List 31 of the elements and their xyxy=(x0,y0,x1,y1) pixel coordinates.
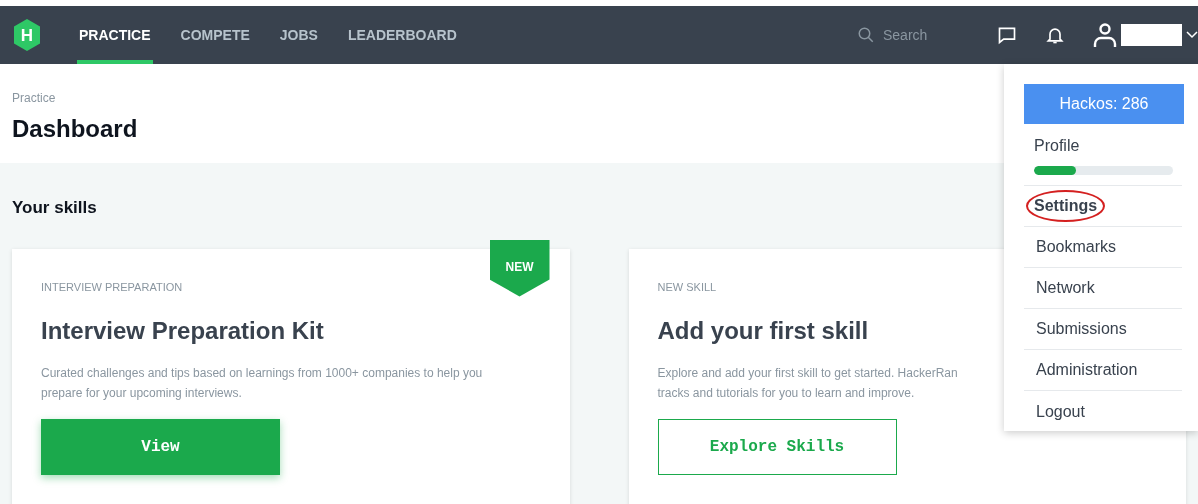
chevron-down-icon[interactable] xyxy=(1186,30,1198,40)
card-title: Add your first skill xyxy=(657,316,869,346)
new-ribbon: NEW xyxy=(489,239,550,297)
nav-tab[interactable]: COMPETE xyxy=(178,6,252,64)
search-field[interactable]: Search xyxy=(883,24,953,46)
card-eyebrow: NEW SKILL xyxy=(657,279,717,295)
card-description: tracks and tutorials for you to learn and improve. xyxy=(657,385,915,402)
menu-item[interactable]: Settings xyxy=(1028,192,1104,220)
menu-item[interactable]: Bookmarks xyxy=(1034,235,1119,259)
bell-icon[interactable] xyxy=(1045,25,1065,45)
breadcrumb: Practice xyxy=(12,90,56,107)
card-description: prepare for your upcoming interviews. xyxy=(41,385,242,402)
menu-item[interactable]: Submissions xyxy=(1034,317,1129,341)
card-description: Curated challenges and tips based on learnings from 1000+ companies to help you xyxy=(41,365,483,382)
card-description: Explore and add your first skill to get started. HackerRan xyxy=(657,365,958,382)
username-redaction xyxy=(1121,24,1182,46)
menu-item[interactable]: Profile xyxy=(1034,134,1182,158)
menu-item[interactable]: Administration xyxy=(1034,358,1140,382)
search-icon xyxy=(857,26,875,44)
card-title: Interview Preparation Kit xyxy=(41,316,324,346)
nav-tab[interactable]: PRACTICE xyxy=(77,6,153,64)
menu-item[interactable]: Network xyxy=(1034,276,1097,300)
section-title: Your skills xyxy=(12,197,97,219)
chat-icon[interactable] xyxy=(997,25,1017,45)
user-icon[interactable] xyxy=(1093,22,1117,48)
menu-item[interactable]: Logout xyxy=(1034,399,1087,424)
nav-tab[interactable]: LEADERBOARD xyxy=(345,6,459,64)
page-title: Dashboard xyxy=(12,114,138,144)
hackos-banner: Hackos: 286 xyxy=(1024,84,1184,124)
card-eyebrow: INTERVIEW PREPARATION xyxy=(41,279,183,295)
nav-tab[interactable]: JOBS xyxy=(277,6,320,64)
